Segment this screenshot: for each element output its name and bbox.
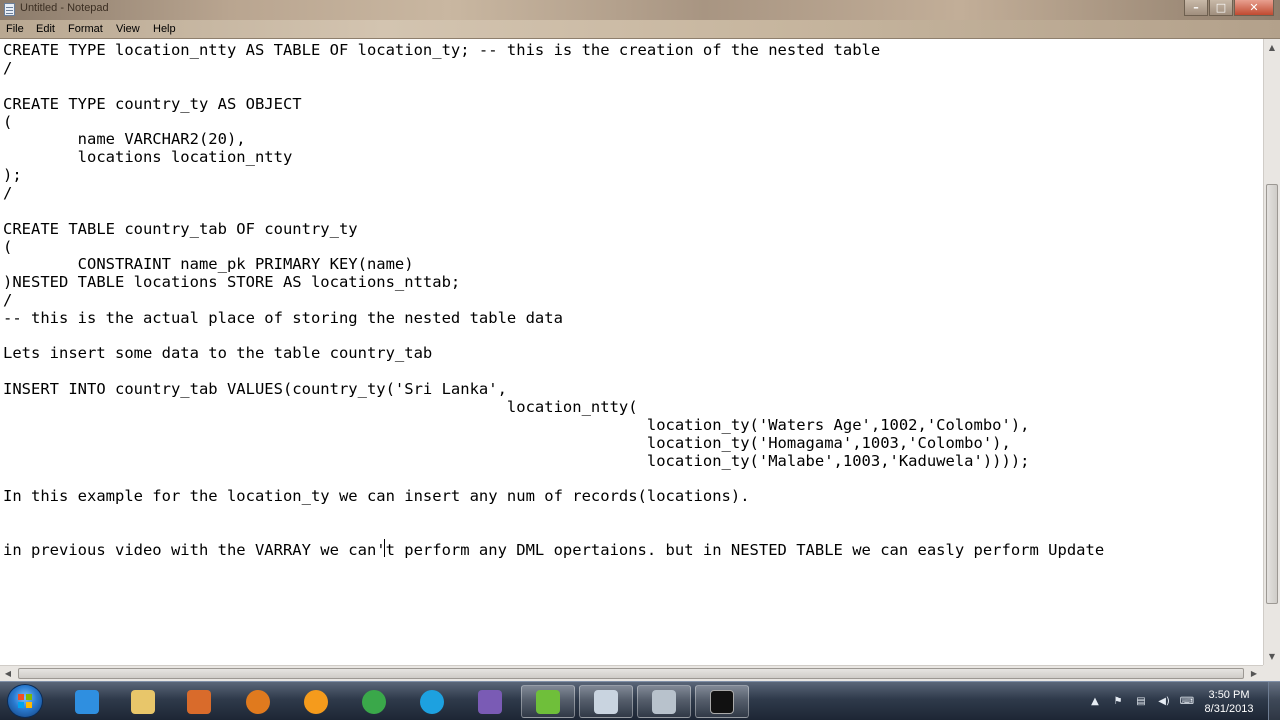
editor-line: (	[3, 113, 13, 131]
notepad-icon	[4, 3, 15, 16]
skype-icon	[420, 689, 444, 714]
editor-line: (	[3, 238, 13, 256]
menu-file[interactable]: File	[6, 23, 24, 35]
chrome-icon	[362, 689, 386, 714]
editor-line: location_ty('Malabe',1003,'Kaduwela'))))…	[3, 452, 1030, 470]
taskbar: ▲ ⚑ ▤ ◀) ⌨ 3:50 PM 8/31/2013	[0, 681, 1280, 720]
editor-line: INSERT INTO country_tab VALUES(country_t…	[3, 380, 507, 398]
menu-help[interactable]: Help	[153, 23, 176, 35]
firefox-icon	[246, 689, 270, 714]
editor-line: CREATE TYPE location_ntty AS TABLE OF lo…	[3, 41, 881, 59]
size-grip[interactable]	[1263, 665, 1280, 681]
title-bar[interactable]: Untitled - Notepad – □ ✕	[0, 0, 1280, 20]
taskbar-firefox[interactable]	[231, 685, 285, 718]
editor-line: )NESTED TABLE locations STORE AS locatio…	[3, 273, 461, 291]
scroll-left-arrow-icon[interactable]: ◀	[0, 666, 16, 681]
internet-explorer-icon	[75, 689, 99, 714]
utorrent-icon	[536, 689, 560, 714]
close-button[interactable]: ✕	[1234, 0, 1274, 16]
taskbar-command-prompt[interactable]	[695, 685, 749, 718]
editor-line: Lets insert some data to the table count…	[3, 344, 433, 362]
taskbar-utorrent[interactable]	[521, 685, 575, 718]
maximize-button[interactable]: □	[1209, 0, 1233, 16]
editor-line: location_ty('Homagama',1003,'Colombo'),	[3, 434, 1011, 452]
volume-icon[interactable]: ◀)	[1157, 694, 1171, 708]
media-player-icon	[187, 689, 211, 714]
editor-line: CREATE TYPE country_ty AS OBJECT	[3, 95, 302, 113]
scroll-up-arrow-icon[interactable]: ▲	[1264, 39, 1280, 56]
keyboard-icon[interactable]: ⌨	[1180, 694, 1194, 708]
menu-bar: File Edit Format View Help	[0, 20, 1280, 39]
show-desktop-button[interactable]	[1268, 682, 1280, 720]
menu-edit[interactable]: Edit	[36, 23, 55, 35]
start-button[interactable]	[7, 684, 43, 718]
tray-overflow-icon[interactable]: ▲	[1088, 694, 1102, 708]
clock-time: 3:50 PM	[1208, 689, 1250, 701]
editor-line: locations location_ntty	[3, 148, 293, 166]
notepad-window-icon	[594, 689, 618, 714]
window-controls: – □ ✕	[1183, 0, 1274, 18]
scroll-down-arrow-icon[interactable]: ▼	[1264, 648, 1280, 665]
taskbar-media-player[interactable]	[172, 685, 226, 718]
windows-logo-icon	[18, 694, 32, 708]
menu-format[interactable]: Format	[68, 23, 103, 35]
taskbar-clock[interactable]: 3:50 PM 8/31/2013	[1196, 688, 1262, 716]
clock-date: 8/31/2013	[1204, 703, 1254, 715]
folder-icon	[652, 689, 676, 714]
visual-studio-icon	[478, 689, 502, 714]
horizontal-scrollbar[interactable]: ◀ ▶	[0, 665, 1263, 681]
taskbar-vlc[interactable]	[289, 685, 343, 718]
vertical-scroll-thumb[interactable]	[1266, 184, 1278, 604]
taskbar-notepad[interactable]	[579, 685, 633, 718]
editor-line: CREATE TABLE country_tab OF country_ty	[3, 220, 358, 238]
editor-line: location_ntty(	[3, 398, 638, 416]
command-prompt-icon	[710, 689, 734, 714]
vlc-icon	[304, 689, 328, 714]
flag-icon[interactable]: ⚑	[1111, 694, 1125, 708]
text-cursor	[384, 539, 385, 557]
text-editor-area[interactable]: CREATE TYPE location_ntty AS TABLE OF lo…	[0, 39, 1263, 665]
taskbar-file-explorer[interactable]	[116, 685, 170, 718]
editor-line: /	[3, 184, 13, 202]
editor-line: -- this is the actual place of storing t…	[3, 309, 563, 327]
editor-line: location_ty('Waters Age',1002,'Colombo')…	[3, 416, 1030, 434]
window-title: Untitled - Notepad	[20, 2, 109, 14]
taskbar-visual-studio[interactable]	[463, 685, 517, 718]
menu-view[interactable]: View	[116, 23, 140, 35]
editor-line: In this example for the location_ty we c…	[3, 487, 750, 505]
horizontal-scroll-thumb[interactable]	[18, 668, 1244, 679]
taskbar-internet-explorer[interactable]	[60, 685, 114, 718]
system-tray: ▲ ⚑ ▤ ◀) ⌨	[1088, 682, 1203, 720]
taskbar-skype[interactable]	[405, 685, 459, 718]
vertical-scrollbar[interactable]: ▲ ▼	[1263, 39, 1280, 665]
taskbar-chrome[interactable]	[347, 685, 401, 718]
editor-line: /	[3, 59, 13, 77]
minimize-button[interactable]: –	[1184, 0, 1208, 16]
editor-line: name VARCHAR2(20),	[3, 130, 246, 148]
network-icon[interactable]: ▤	[1134, 694, 1148, 708]
editor-line: in previous video with the VARRAY we can…	[3, 541, 1105, 559]
editor-line: /	[3, 291, 13, 309]
scroll-right-arrow-icon[interactable]: ▶	[1246, 666, 1262, 681]
file-explorer-icon	[131, 689, 155, 714]
editor-line: );	[3, 166, 22, 184]
editor-line: CONSTRAINT name_pk PRIMARY KEY(name)	[3, 255, 414, 273]
taskbar-folder[interactable]	[637, 685, 691, 718]
